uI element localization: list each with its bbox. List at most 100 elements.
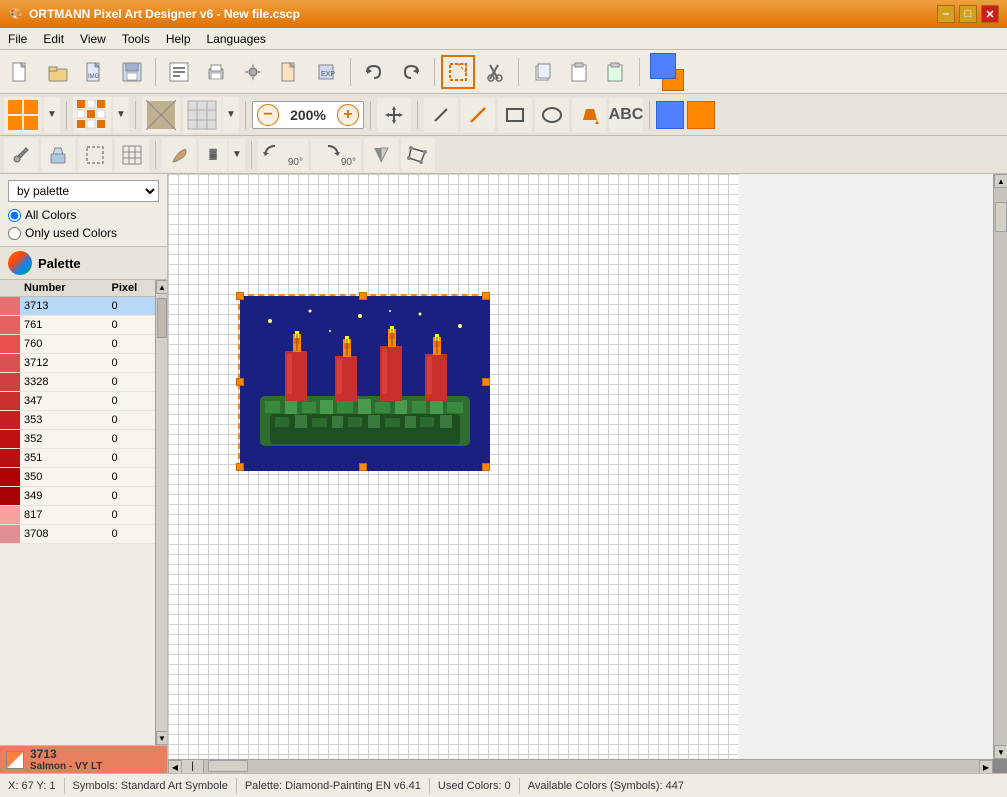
transform-button[interactable] — [401, 138, 435, 172]
table-row[interactable]: 347 0 — [0, 392, 167, 411]
export-button[interactable] — [273, 55, 307, 89]
select-tool[interactable] — [441, 55, 475, 89]
handle-bm[interactable] — [359, 463, 367, 471]
line-tool[interactable] — [461, 98, 495, 132]
table-row[interactable]: 352 0 — [0, 430, 167, 449]
table-row[interactable]: 3708 0 — [0, 525, 167, 544]
flip-h-button[interactable] — [364, 138, 398, 172]
palette-header: Palette — [0, 246, 167, 280]
canvas-scroll-up[interactable]: ▲ — [994, 174, 1007, 188]
menu-languages[interactable]: Languages — [199, 30, 274, 48]
paste2-button[interactable] — [599, 55, 633, 89]
pattern2-button[interactable] — [73, 97, 111, 133]
only-used-radio[interactable] — [8, 227, 21, 240]
panel-scroll-up[interactable]: ▲ — [156, 280, 167, 294]
panel-scroll-thumb[interactable] — [157, 298, 167, 338]
pattern4-button[interactable] — [183, 97, 221, 133]
table-row[interactable]: 350 0 — [0, 468, 167, 487]
canvas-scroll-down[interactable]: ▼ — [994, 745, 1007, 759]
pattern-dropdown[interactable]: ▼ — [44, 97, 60, 133]
maximize-button[interactable]: □ — [959, 5, 977, 23]
save-button[interactable] — [115, 55, 149, 89]
canvas-scroll-left[interactable]: ◀ — [168, 760, 182, 773]
grid-tool[interactable] — [115, 138, 149, 172]
handle-ml[interactable] — [236, 378, 244, 386]
rect-tool[interactable] — [498, 98, 532, 132]
handle-tr[interactable] — [482, 292, 490, 300]
all-colors-radio[interactable] — [8, 209, 21, 222]
table-row[interactable]: 353 0 — [0, 411, 167, 430]
menu-tools[interactable]: Tools — [114, 30, 158, 48]
paste-button[interactable] — [562, 55, 596, 89]
bucket-tool[interactable] — [41, 138, 75, 172]
menu-edit[interactable]: Edit — [35, 30, 72, 48]
table-row[interactable]: 349 0 — [0, 487, 167, 506]
ellipse-tool[interactable] — [535, 98, 569, 132]
handle-tm[interactable] — [359, 292, 367, 300]
canvas-scroll-right[interactable]: ▶ — [979, 760, 993, 773]
brush2-dropdown[interactable]: ▼ — [229, 139, 245, 171]
import-button[interactable]: IMG — [78, 55, 112, 89]
menu-help[interactable]: Help — [158, 30, 199, 48]
primary-color-swatch[interactable] — [650, 53, 676, 79]
select-rect-tool[interactable] — [78, 138, 112, 172]
pencil-tool[interactable] — [424, 98, 458, 132]
panel-scroll-down[interactable]: ▼ — [156, 731, 167, 745]
eyedropper-tool[interactable] — [4, 138, 38, 172]
pattern2-dropdown[interactable]: ▼ — [113, 97, 129, 133]
brush2-button[interactable]: ▓ — [199, 139, 227, 171]
print-button[interactable] — [199, 55, 233, 89]
svg-text:EXP: EXP — [321, 71, 335, 78]
close-button[interactable]: ✕ — [981, 5, 999, 23]
handle-tl[interactable] — [236, 292, 244, 300]
only-used-radio-label[interactable]: Only used Colors — [8, 226, 159, 240]
table-row[interactable]: 3328 0 — [0, 373, 167, 392]
pattern4-dropdown[interactable]: ▼ — [223, 97, 239, 133]
fill-tool[interactable] — [572, 98, 606, 132]
settings-button[interactable] — [236, 55, 270, 89]
handle-mr[interactable] — [482, 378, 490, 386]
canvas-scroll-thumb-v[interactable] — [995, 202, 1007, 232]
table-row[interactable]: 3713 0 — [0, 297, 167, 316]
handle-bl[interactable] — [236, 463, 244, 471]
pattern3-button[interactable] — [142, 97, 180, 133]
palette-filter-dropdown[interactable]: by palette — [8, 180, 159, 202]
color-table-scroll[interactable]: Number Pixel 3713 0 761 0 760 0 3712 0 3… — [0, 280, 167, 580]
text-tool[interactable]: ABC — [609, 98, 643, 132]
zoom-out-button[interactable]: − — [257, 104, 279, 126]
undo-button[interactable] — [357, 55, 391, 89]
move-tool[interactable] — [377, 98, 411, 132]
table-row[interactable]: 351 0 — [0, 449, 167, 468]
handle-br[interactable] — [482, 463, 490, 471]
color-number: 3712 — [20, 354, 108, 373]
pixel-art[interactable] — [238, 294, 488, 469]
pattern1-button[interactable] — [4, 97, 42, 133]
minimize-button[interactable]: – — [937, 5, 955, 23]
zoom-in-button[interactable]: + — [337, 104, 359, 126]
brush-tool[interactable] — [162, 138, 196, 172]
canvas-area[interactable]: ▲ ▼ ◀ | ▶ — [168, 174, 1007, 773]
rotate-cw-button[interactable]: 90° — [311, 139, 361, 171]
edit-button[interactable] — [162, 55, 196, 89]
color2-tool[interactable] — [687, 101, 715, 129]
table-row[interactable]: 817 0 — [0, 506, 167, 525]
canvas-scroll-track-v — [994, 188, 1007, 745]
scrollbar-split-button[interactable]: | — [182, 760, 204, 773]
color1-tool[interactable] — [656, 101, 684, 129]
table-row[interactable]: 760 0 — [0, 335, 167, 354]
table-row[interactable]: 761 0 — [0, 316, 167, 335]
cut-tool[interactable] — [478, 55, 512, 89]
menu-view[interactable]: View — [72, 30, 114, 48]
all-colors-radio-label[interactable]: All Colors — [8, 208, 159, 222]
brush-group: ▓ ▼ — [199, 139, 245, 171]
export2-button[interactable]: EXP — [310, 55, 344, 89]
copy-button[interactable] — [525, 55, 559, 89]
color-number: 353 — [20, 411, 108, 430]
table-row[interactable]: 3712 0 — [0, 354, 167, 373]
new-button[interactable] — [4, 55, 38, 89]
redo-button[interactable] — [394, 55, 428, 89]
open-button[interactable] — [41, 55, 75, 89]
canvas-scroll-thumb-h[interactable] — [208, 760, 248, 772]
rotate-ccw-button[interactable]: 90° — [258, 139, 308, 171]
menu-file[interactable]: File — [0, 30, 35, 48]
